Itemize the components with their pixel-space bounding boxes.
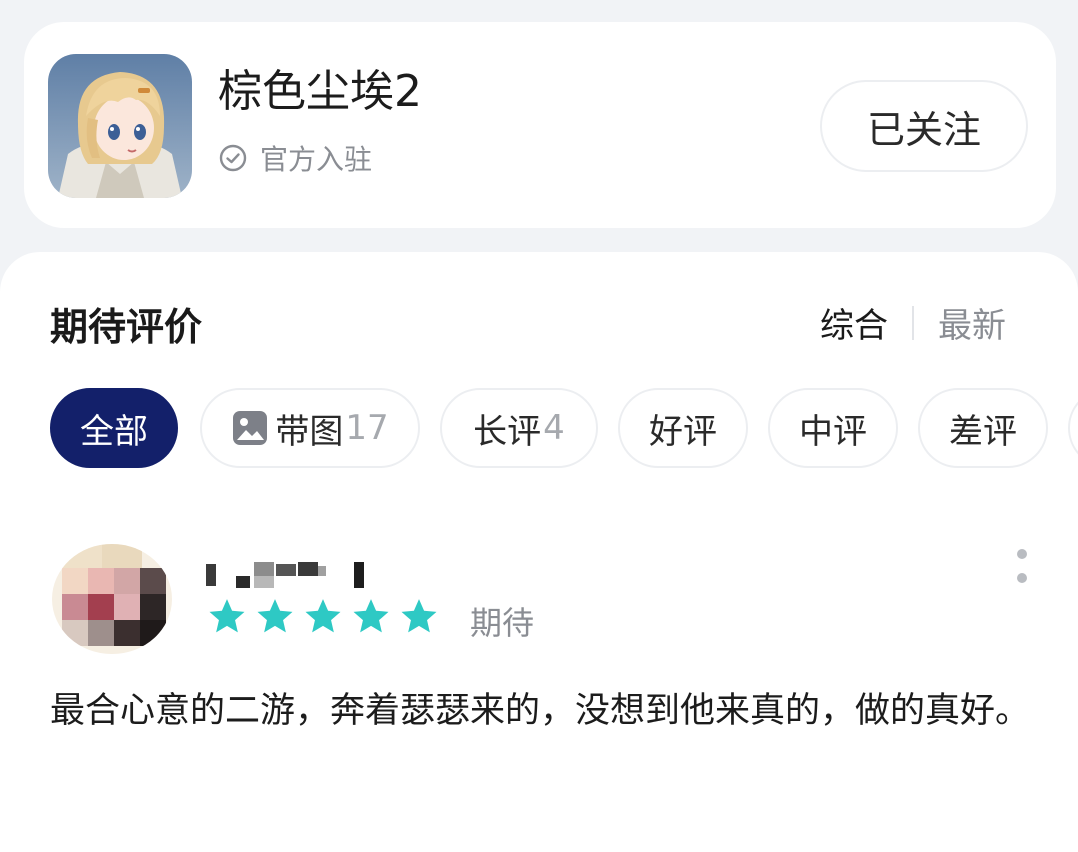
filter-chip-label: 长评 <box>473 411 542 452</box>
filter-chip-long[interactable]: 长评 4 <box>440 388 598 468</box>
filter-chip-negative[interactable]: 差评 <box>918 388 1048 468</box>
follow-button[interactable]: 已关注 <box>820 80 1028 172</box>
star-icon <box>353 599 389 633</box>
verified-label: 官方入驻 <box>260 143 373 176</box>
filter-chip-label: 带图 <box>275 411 344 452</box>
filter-chip-label: 全部 <box>80 411 148 452</box>
avatar[interactable] <box>52 544 172 654</box>
more-options-icon[interactable] <box>1010 546 1034 586</box>
star-icon <box>401 599 437 633</box>
reviews-card: 期待评价 综合 最新 全部 带图 17 长评 4 好评 中评 差评 期待 最合心… <box>0 252 1078 852</box>
filter-chip-with-image[interactable]: 带图 17 <box>200 388 420 468</box>
verified-badge: 官方入驻 <box>218 138 372 178</box>
filter-chips: 全部 带图 17 长评 4 好评 中评 差评 <box>50 388 1078 468</box>
sort-option-comprehensive[interactable]: 综合 <box>820 298 888 347</box>
review-text: 最合心意的二游，奔着瑟瑟来的，没想到他来真的，做的真好。 <box>50 691 1031 731</box>
filter-chip-positive[interactable]: 好评 <box>618 388 748 468</box>
filter-chip-count: 17 <box>345 408 389 448</box>
filter-chip-label: 中评 <box>799 411 867 452</box>
filter-chip-all[interactable]: 全部 <box>50 388 178 468</box>
rating-stars <box>206 596 440 638</box>
review-tag: 期待 <box>470 604 535 642</box>
app-card: 棕色尘埃2 官方入驻 已关注 <box>24 22 1056 228</box>
star-icon <box>305 599 341 633</box>
check-circle-icon <box>219 144 247 172</box>
sort-option-latest[interactable]: 最新 <box>938 298 1006 347</box>
username-redacted <box>206 562 364 588</box>
app-title: 棕色尘埃2 <box>218 66 422 117</box>
star-icon <box>209 599 245 633</box>
filter-chip-label: 好评 <box>649 411 717 452</box>
image-icon <box>233 411 268 445</box>
app-icon[interactable] <box>48 54 192 198</box>
filter-chip-count: 4 <box>543 408 565 448</box>
star-icon <box>257 599 293 633</box>
filter-chip-neutral[interactable]: 中评 <box>768 388 898 468</box>
filter-chip-overflow[interactable] <box>1068 388 1078 468</box>
sort-divider <box>912 305 914 340</box>
section-title: 期待评价 <box>50 305 203 349</box>
sort-toggle: 综合 最新 <box>820 298 1006 347</box>
filter-chip-label: 差评 <box>949 411 1017 452</box>
